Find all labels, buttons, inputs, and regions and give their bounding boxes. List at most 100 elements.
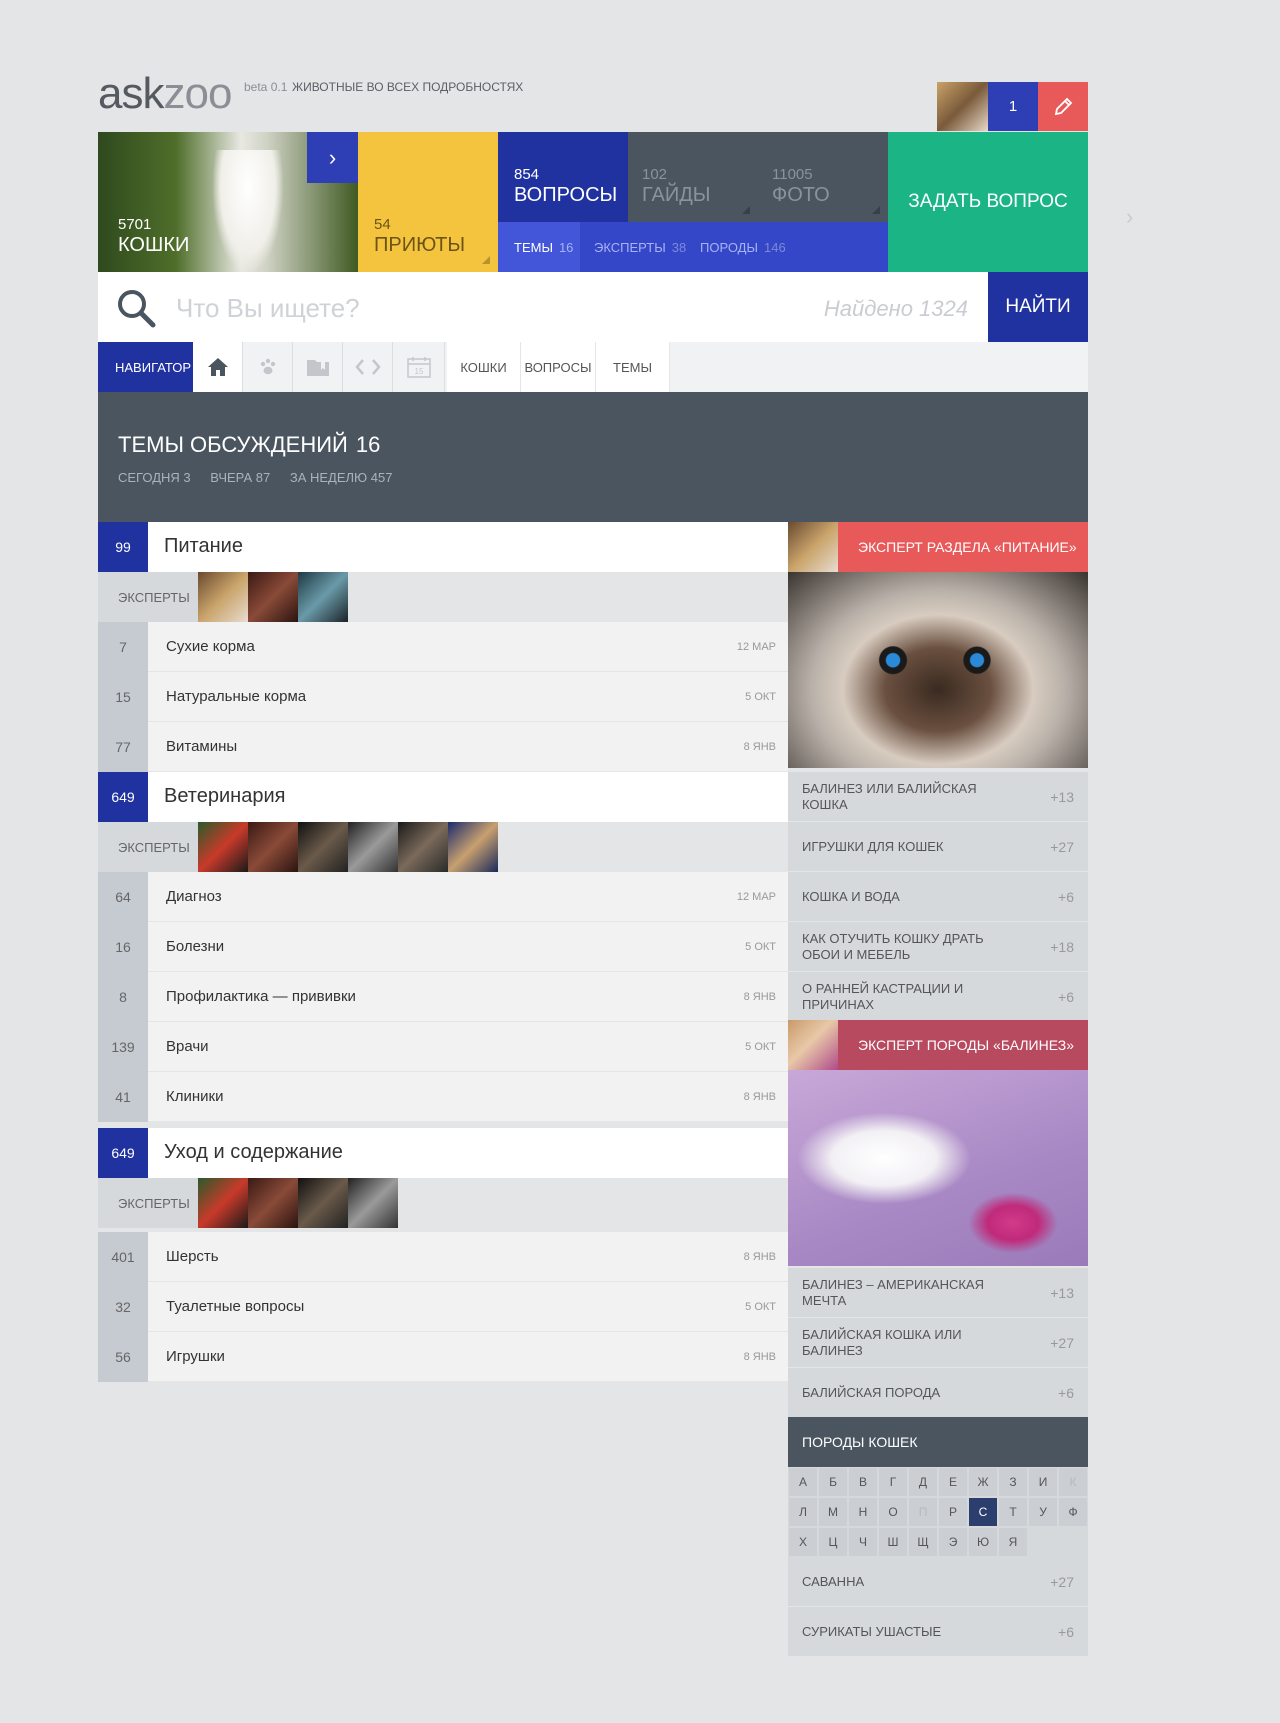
letter-button[interactable]: Щ — [908, 1527, 938, 1557]
list-item[interactable]: БАЛИЙСКАЯ КОШКА ИЛИ БАЛИНЕЗ +27 — [788, 1318, 1088, 1368]
letter-button[interactable]: Ю — [968, 1527, 998, 1557]
item-name: Болезни — [166, 938, 225, 955]
letter-button[interactable]: Ф — [1058, 1497, 1088, 1527]
list-item[interactable]: 56 Игрушки 8 ЯНВ — [98, 1332, 788, 1382]
subtab-topics[interactable]: ТЕМЫ 16 — [498, 222, 580, 272]
letter-button[interactable]: Н — [848, 1497, 878, 1527]
avatar[interactable] — [198, 1178, 248, 1228]
list-item[interactable]: 64 Диагноз 12 МАР — [98, 872, 788, 922]
letter-button[interactable]: Ч — [848, 1527, 878, 1557]
list-item[interactable]: БАЛИЙСКАЯ ПОРОДА +6 — [788, 1368, 1088, 1418]
ask-question-button[interactable]: ЗАДАТЬ ВОПРОС — [888, 132, 1088, 272]
category-header[interactable]: 649 Уход и содержание — [98, 1128, 788, 1178]
search-button[interactable]: НАЙТИ — [988, 272, 1088, 342]
letter-button[interactable]: В — [848, 1467, 878, 1497]
tile-questions[interactable]: 854 ВОПРОСЫ — [498, 132, 628, 222]
list-item[interactable]: ИГРУШКИ ДЛЯ КОШЕК +27 — [788, 822, 1088, 872]
tile-guides[interactable]: 102 ГАЙДЫ — [628, 132, 758, 222]
list-item[interactable]: БАЛИНЕЗ – АМЕРИКАНСКАЯ МЕЧТА +13 — [788, 1268, 1088, 1318]
avatar[interactable] — [448, 822, 498, 872]
list-item[interactable]: О РАННЕЙ КАСТРАЦИИ И ПРИЧИНАХ +6 — [788, 972, 1088, 1022]
list-item[interactable]: 41 Клиники 8 ЯНВ — [98, 1072, 788, 1122]
avatar[interactable] — [788, 522, 838, 572]
subtab-breeds[interactable]: ПОРОДЫ 146 — [688, 222, 798, 272]
tile-shelters[interactable]: 54 ПРИЮТЫ — [358, 132, 498, 272]
nav-animals[interactable] — [243, 342, 293, 392]
letter-button[interactable]: У — [1028, 1497, 1058, 1527]
letter-button[interactable]: А — [788, 1467, 818, 1497]
list-item[interactable]: 15 Натуральные корма 5 ОКТ — [98, 672, 788, 722]
tile-photos[interactable]: 11005 ФОТО — [758, 132, 888, 222]
letter-button[interactable]: Ш — [878, 1527, 908, 1557]
list-item[interactable]: 16 Болезни 5 ОКТ — [98, 922, 788, 972]
letter-button[interactable]: Е — [938, 1467, 968, 1497]
list-item[interactable]: КАК ОТУЧИТЬ КОШКУ ДРАТЬ ОБОИ И МЕБЕЛЬ +1… — [788, 922, 1088, 972]
logo[interactable]: askzoo — [98, 72, 232, 116]
letter-button-selected[interactable]: С — [968, 1497, 998, 1527]
avatar[interactable] — [198, 822, 248, 872]
letter-button[interactable]: Х — [788, 1527, 818, 1557]
expert-section-header[interactable]: ЭКСПЕРТ РАЗДЕЛА «ПИТАНИЕ» — [788, 522, 1088, 572]
search-input[interactable] — [176, 290, 736, 326]
avatar[interactable] — [398, 822, 448, 872]
breadcrumb-topics[interactable]: ТЕМЫ — [596, 342, 670, 392]
letter-button[interactable]: Л — [788, 1497, 818, 1527]
expert-photo-siamese-cat[interactable] — [788, 572, 1088, 768]
nav-home[interactable] — [193, 342, 243, 392]
avatar[interactable] — [298, 1178, 348, 1228]
category-header[interactable]: 649 Ветеринария — [98, 772, 788, 822]
letter-button[interactable]: Р — [938, 1497, 968, 1527]
chevron-right-icon[interactable]: › — [1126, 204, 1133, 230]
avatar[interactable] — [248, 1178, 298, 1228]
breadcrumb-cats[interactable]: КОШКИ — [447, 342, 521, 392]
letter-button[interactable]: К — [1058, 1467, 1088, 1497]
expert-photo-balinese-cat[interactable] — [788, 1070, 1088, 1266]
expert-breed-header[interactable]: ЭКСПЕРТ ПОРОДЫ «БАЛИНЕЗ» — [788, 1020, 1088, 1070]
tile-next-button[interactable]: › — [307, 132, 358, 183]
avatar[interactable] — [248, 822, 298, 872]
letter-button[interactable]: Ц — [818, 1527, 848, 1557]
letter-button[interactable]: П — [908, 1497, 938, 1527]
list-item[interactable]: БАЛИНЕЗ ИЛИ БАЛИЙСКАЯ КОШКА +13 — [788, 772, 1088, 822]
avatar[interactable] — [248, 572, 298, 622]
letter-button[interactable]: Б — [818, 1467, 848, 1497]
nav-calendar[interactable]: 15 — [393, 342, 445, 392]
user-avatar[interactable] — [937, 82, 988, 131]
category-header[interactable]: 99 Питание — [98, 522, 788, 572]
letter-button[interactable]: Д — [908, 1467, 938, 1497]
subtab-experts[interactable]: ЭКСПЕРТЫ 38 — [580, 222, 688, 272]
list-item[interactable]: 139 Врачи 5 ОКТ — [98, 1022, 788, 1072]
list-item[interactable]: КОШКА И ВОДА +6 — [788, 872, 1088, 922]
list-item[interactable]: 32 Туалетные вопросы 5 ОКТ — [98, 1282, 788, 1332]
letter-button[interactable]: Ж — [968, 1467, 998, 1497]
list-item[interactable]: СУРИКАТЫ УШАСТЫЕ +6 — [788, 1607, 1088, 1657]
list-item[interactable]: 8 Профилактика — прививки 8 ЯНВ — [98, 972, 788, 1022]
avatar[interactable] — [348, 822, 398, 872]
letter-button[interactable]: Я — [998, 1527, 1028, 1557]
breadcrumb-questions[interactable]: ВОПРОСЫ — [521, 342, 596, 392]
letter-button[interactable]: И — [1028, 1467, 1058, 1497]
letter-button[interactable]: М — [818, 1497, 848, 1527]
avatar[interactable] — [198, 572, 248, 622]
list-item[interactable]: САВАННА +27 — [788, 1557, 1088, 1607]
link-title: О РАННЕЙ КАСТРАЦИИ И ПРИЧИНАХ — [802, 980, 964, 1012]
avatar[interactable] — [298, 572, 348, 622]
nav-bookmarks[interactable] — [293, 342, 343, 392]
nav-code[interactable] — [343, 342, 393, 392]
list-item[interactable]: 77 Витамины 8 ЯНВ — [98, 722, 788, 772]
notifications-button[interactable]: 1 — [988, 82, 1038, 131]
list-item[interactable]: 401 Шерсть 8 ЯНВ — [98, 1232, 788, 1282]
item-count: 41 — [98, 1072, 148, 1122]
avatar[interactable] — [788, 1020, 838, 1070]
letter-button[interactable]: О — [878, 1497, 908, 1527]
letter-button[interactable]: З — [998, 1467, 1028, 1497]
letter-button[interactable]: Э — [938, 1527, 968, 1557]
letter-button[interactable]: Г — [878, 1467, 908, 1497]
link-score: +6 — [1058, 989, 1074, 1005]
avatar[interactable] — [348, 1178, 398, 1228]
letter-button[interactable]: Т — [998, 1497, 1028, 1527]
avatar[interactable] — [298, 822, 348, 872]
list-item[interactable]: 7 Сухие корма 12 МАР — [98, 622, 788, 672]
edit-button[interactable] — [1038, 82, 1088, 131]
tagline: ЖИВОТНЫЕ ВО ВСЕХ ПОДРОБНОСТЯХ — [292, 80, 524, 94]
